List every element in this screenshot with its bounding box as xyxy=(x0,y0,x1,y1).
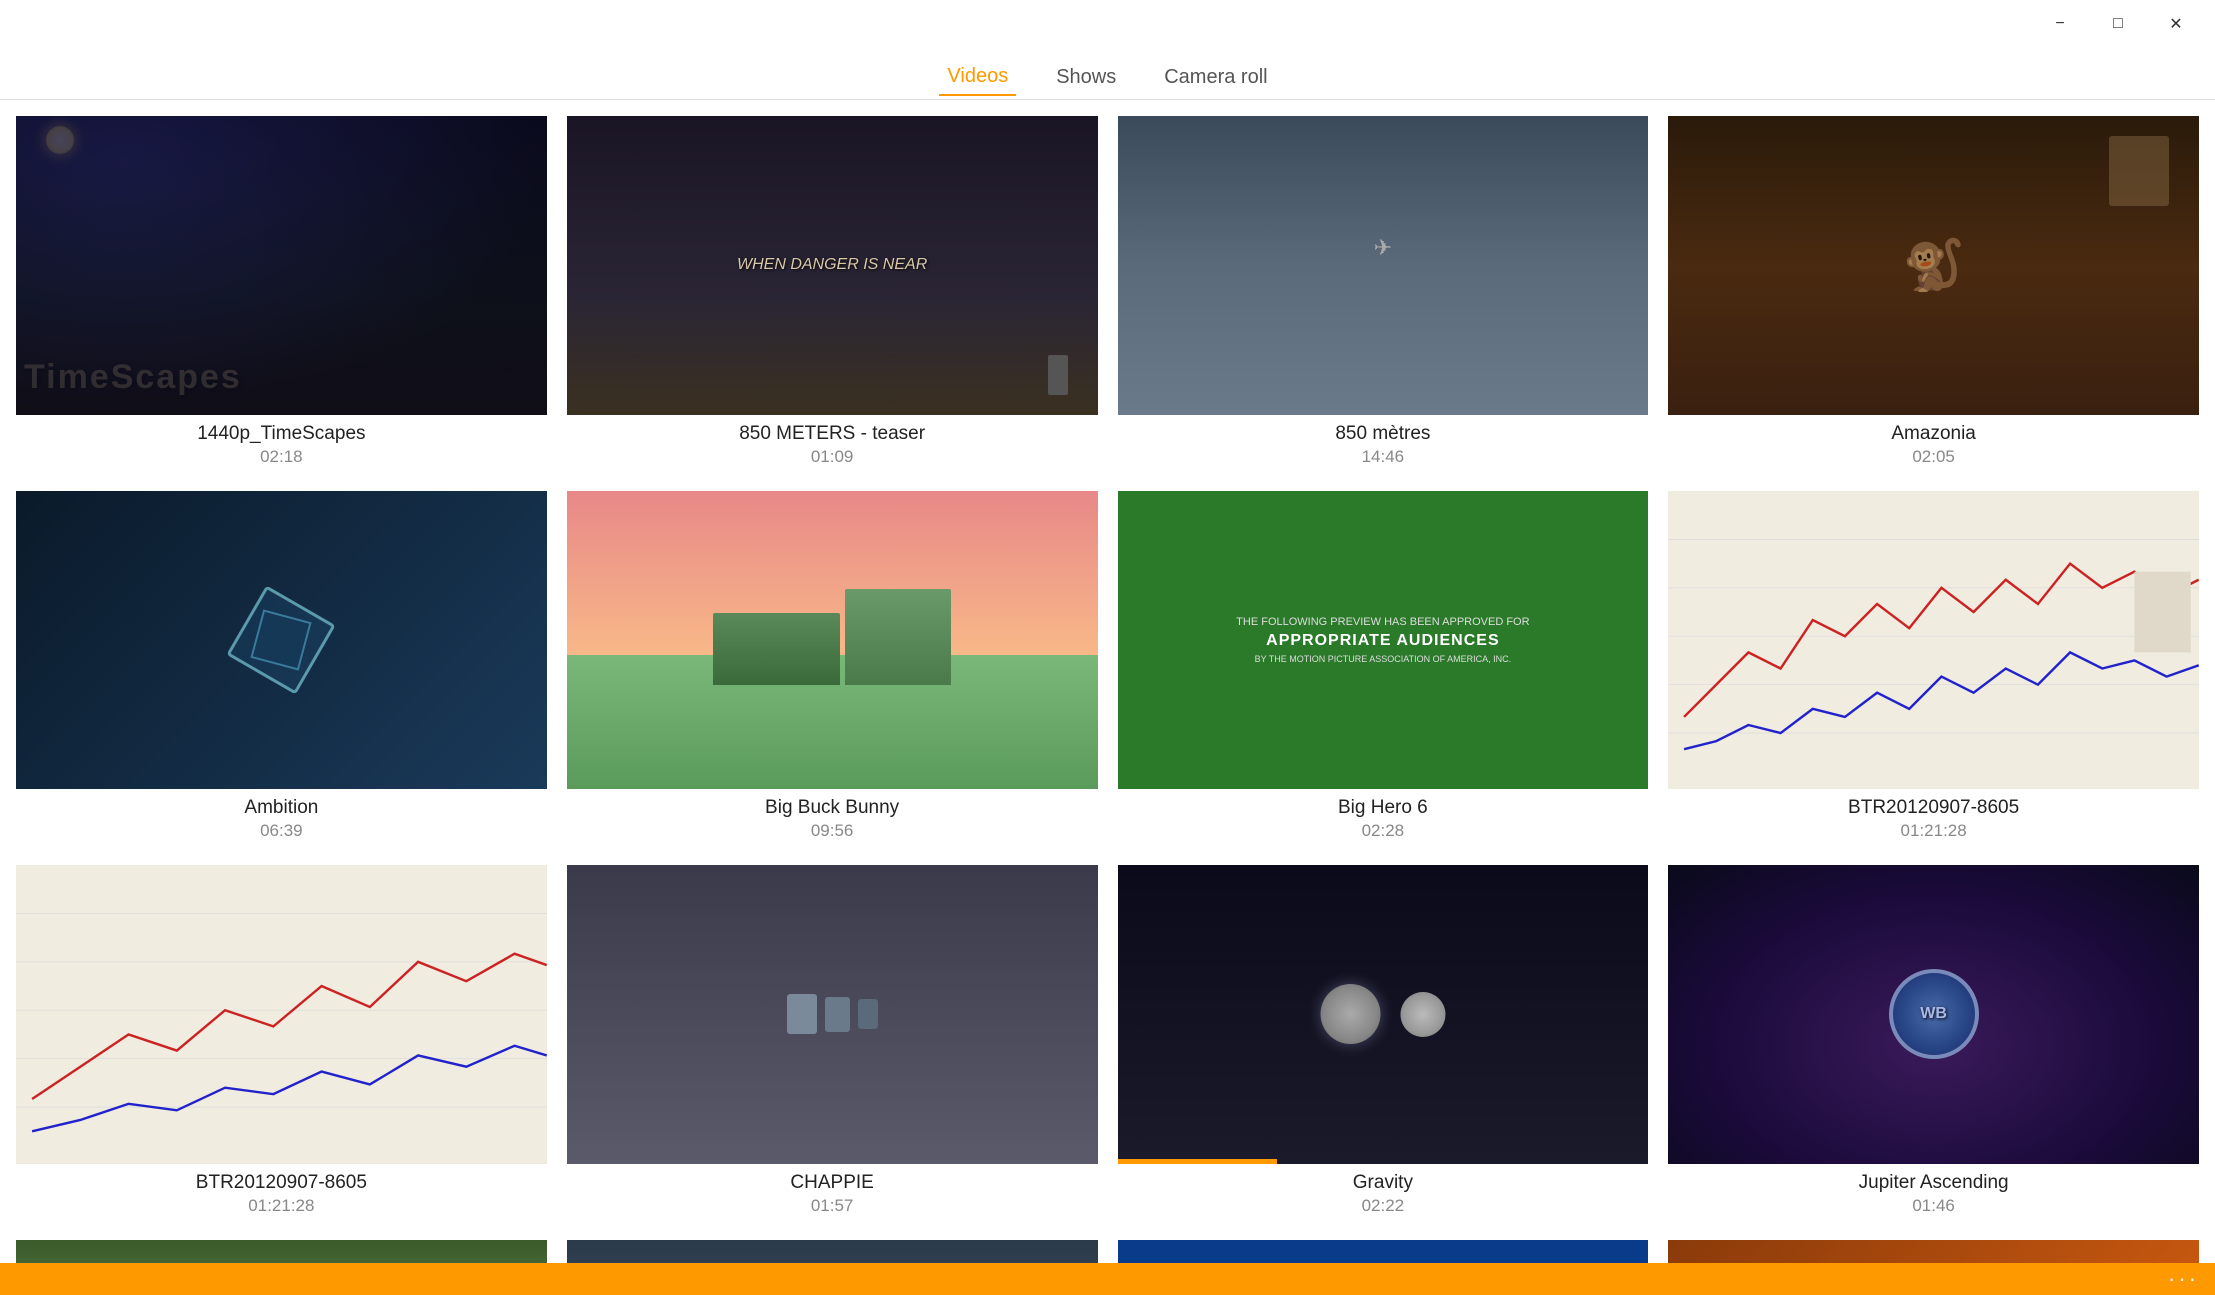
title-bar-controls: − □ ✕ xyxy=(2037,8,2199,40)
tab-videos[interactable]: Videos xyxy=(939,59,1016,96)
close-button[interactable]: ✕ xyxy=(2153,8,2199,40)
video-thumbnail xyxy=(1118,865,1649,1164)
list-item[interactable]: ✈ 850 mètres 14:46 xyxy=(1118,116,1649,467)
video-duration: 09:56 xyxy=(811,821,854,841)
list-item[interactable] xyxy=(567,1240,1098,1263)
tab-camera-roll[interactable]: Camera roll xyxy=(1156,60,1275,95)
video-duration: 01:21:28 xyxy=(1901,821,1967,841)
video-thumbnail: oulli xyxy=(1118,1240,1649,1263)
video-duration: 01:21:28 xyxy=(248,1196,314,1216)
content-area: TimeScapes 1440p_TimeScapes 02:18 WHEN D… xyxy=(0,100,2215,1263)
video-title: 1440p_TimeScapes xyxy=(197,423,365,445)
video-thumbnail xyxy=(16,491,547,790)
video-thumbnail: 🐒 xyxy=(1668,116,2199,415)
video-title: CHAPPIE xyxy=(790,1172,873,1194)
restore-button[interactable]: □ xyxy=(2095,8,2141,40)
video-duration: 02:05 xyxy=(1912,447,1955,467)
video-duration: 02:18 xyxy=(260,447,303,467)
video-title: Jupiter Ascending xyxy=(1859,1172,2009,1194)
title-bar: − □ ✕ xyxy=(0,0,2215,48)
list-item[interactable]: Big Buck Bunny 09:56 xyxy=(567,491,1098,842)
video-duration: 01:57 xyxy=(811,1196,854,1216)
video-duration: 14:46 xyxy=(1362,447,1405,467)
video-thumbnail xyxy=(16,1240,547,1263)
video-thumbnail xyxy=(567,865,1098,1164)
tab-shows[interactable]: Shows xyxy=(1048,60,1124,95)
list-item[interactable]: oulli xyxy=(1668,1240,2199,1263)
video-title: Ambition xyxy=(244,797,318,819)
list-item[interactable]: WHEN DANGER IS NEAR 850 METERS - teaser … xyxy=(567,116,1098,467)
video-thumbnail: WHEN DANGER IS NEAR xyxy=(567,116,1098,415)
video-title: BTR20120907-8605 xyxy=(1848,797,2019,819)
video-duration: 01:46 xyxy=(1912,1196,1955,1216)
sub-tabs: Videos Shows Camera roll xyxy=(0,56,2215,100)
video-thumbnail xyxy=(1668,491,2199,790)
list-item[interactable]: 🐒 Amazonia 02:05 xyxy=(1668,116,2199,467)
video-thumbnail: ✈ xyxy=(1118,116,1649,415)
list-item[interactable]: Ambition 06:39 xyxy=(16,491,547,842)
minimize-button[interactable]: − xyxy=(2037,8,2083,40)
list-item[interactable] xyxy=(16,1240,547,1263)
video-title: 850 mètres xyxy=(1335,423,1430,445)
list-item[interactable]: TimeScapes 1440p_TimeScapes 02:18 xyxy=(16,116,547,467)
list-item[interactable]: WB Jupiter Ascending 01:46 xyxy=(1668,865,2199,1216)
video-thumbnail xyxy=(567,1240,1098,1263)
video-duration: 06:39 xyxy=(260,821,303,841)
video-thumbnail xyxy=(16,865,547,1164)
video-thumbnail xyxy=(567,491,1098,790)
list-item[interactable]: THE FOLLOWING PREVIEW HAS BEEN APPROVED … xyxy=(1118,491,1649,842)
list-item[interactable]: BTR20120907-8605 01:21:28 xyxy=(1668,491,2199,842)
video-grid: TimeScapes 1440p_TimeScapes 02:18 WHEN D… xyxy=(16,116,2199,1263)
video-title: Gravity xyxy=(1353,1172,1413,1194)
video-title: Big Buck Bunny xyxy=(765,797,899,819)
video-title: Amazonia xyxy=(1891,423,1976,445)
video-duration: 01:09 xyxy=(811,447,854,467)
list-item[interactable]: oulli xyxy=(1118,1240,1649,1263)
list-item[interactable]: CHAPPIE 01:57 xyxy=(567,865,1098,1216)
video-thumbnail: oulli xyxy=(1668,1240,2199,1263)
list-item[interactable]: Gravity 02:22 xyxy=(1118,865,1649,1216)
video-thumbnail: TimeScapes xyxy=(16,116,547,415)
more-options-dots[interactable]: ··· xyxy=(2168,1266,2199,1292)
video-duration: 02:22 xyxy=(1362,1196,1405,1216)
video-title: 850 METERS - teaser xyxy=(739,423,925,445)
list-item[interactable]: BTR20120907-8605 01:21:28 xyxy=(16,865,547,1216)
video-title: BTR20120907-8605 xyxy=(196,1172,367,1194)
video-title: Big Hero 6 xyxy=(1338,797,1428,819)
video-thumbnail: WB xyxy=(1668,865,2199,1164)
video-thumbnail: THE FOLLOWING PREVIEW HAS BEEN APPROVED … xyxy=(1118,491,1649,790)
video-duration: 02:28 xyxy=(1362,821,1405,841)
bottom-bar: ··· xyxy=(0,1263,2215,1295)
